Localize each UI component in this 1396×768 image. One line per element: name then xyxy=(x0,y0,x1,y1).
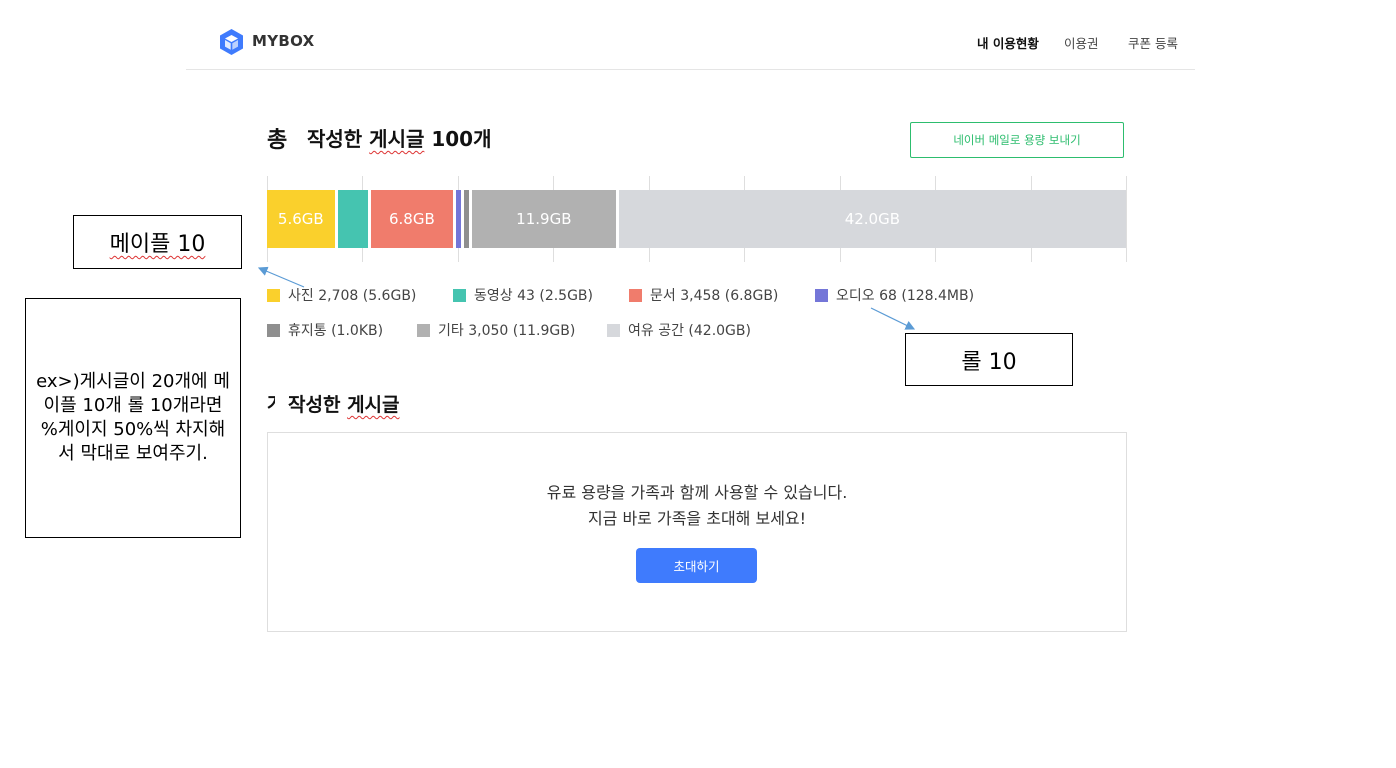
mybox-logo-icon xyxy=(220,29,243,55)
bar-segment-label: 42.0GB xyxy=(844,210,900,228)
bar-segment-7: 42.0GB xyxy=(618,190,1126,248)
send-storage-via-mail-button[interactable]: 네이버 메일로 용량 보내기 xyxy=(910,122,1124,158)
legend-swatch-video xyxy=(453,288,466,302)
page-title: 작성한 게시글 100개 xyxy=(307,123,492,152)
legend-item-free-space: 여유 공간 (42.0GB) xyxy=(607,320,751,340)
title-part-1: 작성한 xyxy=(307,127,370,151)
family-share-line-1: 유료 용량을 가족과 함께 사용할 수 있습니다. xyxy=(546,483,848,502)
nav-coupon-register[interactable]: 쿠폰 등록 xyxy=(1128,33,1178,52)
section2-cut-char: 가 xyxy=(267,390,275,412)
arrow-roll xyxy=(870,307,916,330)
section2-title-part-2: 게시글 xyxy=(347,394,400,416)
legend-item-photo: 사진 2,708 (5.6GB) xyxy=(267,285,416,305)
nav-subscription[interactable]: 이용권 xyxy=(1064,33,1099,52)
bar-segment-4 xyxy=(455,190,461,248)
annotation-maple: 메이플 10 xyxy=(73,215,242,269)
annotation-roll: 롤 10 xyxy=(905,333,1073,386)
legend-label-other: 기타 3,050 (11.9GB) xyxy=(438,323,576,339)
annotation-maple-text: 메이플 10 xyxy=(109,232,206,257)
legend-item-trash: 휴지통 (1.0KB) xyxy=(267,320,383,340)
family-share-message: 유료 용량을 가족과 함께 사용할 수 있습니다. 지금 바로 가족을 초대해 … xyxy=(267,480,1127,532)
bar-segment-label: 11.9GB xyxy=(516,210,572,228)
title-part-2: 게시글 xyxy=(369,127,425,151)
bar-gridline xyxy=(1126,176,1127,262)
legend-item-document: 문서 3,458 (6.8GB) xyxy=(629,285,778,305)
legend-swatch-trash xyxy=(267,323,280,337)
bar-segment-5 xyxy=(463,190,469,248)
storage-usage-bar: 5.6GB 6.8GB 11.9GB 42.0GB xyxy=(267,176,1127,262)
annotation-roll-text: 롤 10 xyxy=(961,349,1017,375)
legend-item-other: 기타 3,050 (11.9GB) xyxy=(417,320,575,340)
legend-swatch-audio xyxy=(815,288,828,302)
legend-label-free-space: 여유 공간 (42.0GB) xyxy=(628,323,751,339)
bar-segment-1: 5.6GB xyxy=(267,190,335,248)
legend-label-audio: 오디오 68 (128.4MB) xyxy=(836,288,975,304)
legend-swatch-free-space xyxy=(607,323,620,337)
title-prefix: 총 xyxy=(267,128,288,153)
invite-family-button[interactable]: 초대하기 xyxy=(636,548,757,583)
bar-segment-label: 5.6GB xyxy=(277,210,324,228)
bar-segment-label: 6.8GB xyxy=(389,210,435,228)
legend-label-photo: 사진 2,708 (5.6GB) xyxy=(288,288,417,304)
legend-item-video: 동영상 43 (2.5GB) xyxy=(453,285,593,305)
legend-swatch-photo xyxy=(267,288,280,302)
family-share-line-2: 지금 바로 가족을 초대해 보세요! xyxy=(587,509,807,528)
brand-name[interactable]: MYBOX xyxy=(252,32,315,50)
header-divider xyxy=(186,69,1195,70)
legend-swatch-other xyxy=(417,323,430,337)
section2-title: 작성한 게시글 xyxy=(288,390,400,417)
bar-segment-2 xyxy=(337,190,368,248)
section2-cut-char-clip: 가 xyxy=(267,390,275,412)
nav-my-usage[interactable]: 내 이용현황 xyxy=(977,33,1039,52)
legend-item-audio: 오디오 68 (128.4MB) xyxy=(815,285,974,305)
legend-label-video: 동영상 43 (2.5GB) xyxy=(474,288,593,304)
annotation-example: ex>)게시글이 20개에 메이플 10개 롤 10개라면 %게이지 50%씩 … xyxy=(25,298,241,538)
family-share-panel xyxy=(267,432,1127,632)
legend-label-trash: 휴지통 (1.0KB) xyxy=(288,323,384,339)
legend-swatch-document xyxy=(629,288,642,302)
annotation-example-text: ex>)게시글이 20개에 메이플 10개 롤 10개라면 %게이지 50%씩 … xyxy=(36,371,230,464)
bar-segment-6: 11.9GB xyxy=(471,190,616,248)
title-part-3: 100개 xyxy=(424,127,492,151)
legend-label-document: 문서 3,458 (6.8GB) xyxy=(650,288,779,304)
section2-title-part-1: 작성한 xyxy=(288,394,348,416)
bar-segment-3: 6.8GB xyxy=(370,190,453,248)
